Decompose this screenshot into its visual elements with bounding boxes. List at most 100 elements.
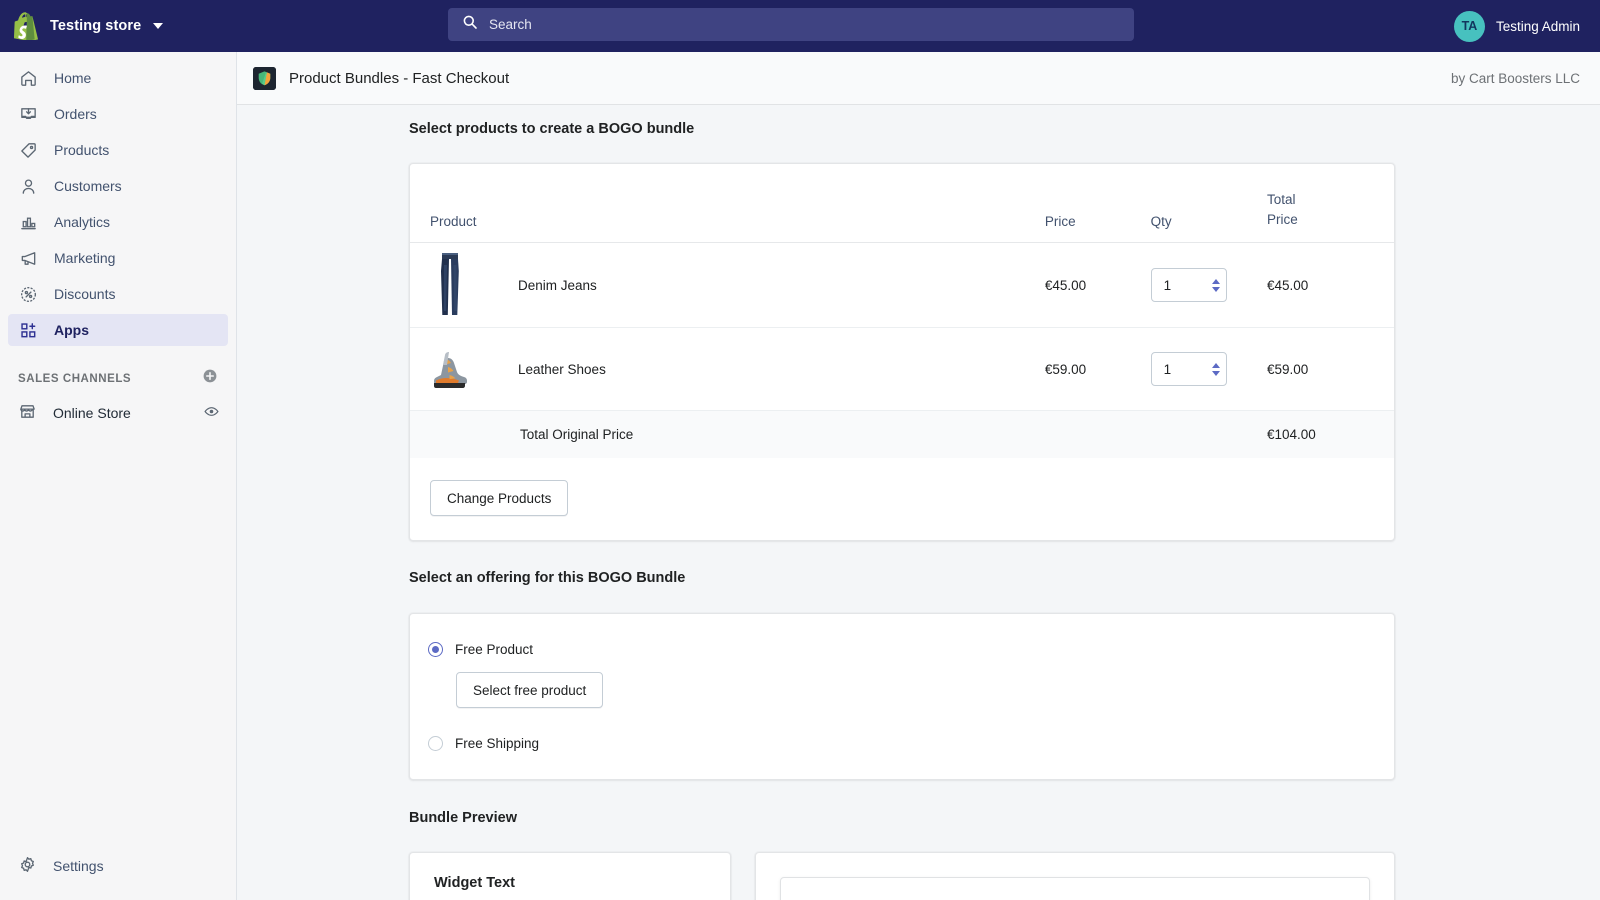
radio-label: Free Product: [455, 642, 533, 657]
user-name: Testing Admin: [1496, 19, 1580, 34]
product-cell: Denim Jeans: [410, 243, 1045, 328]
sidebar-item-label: Apps: [54, 322, 89, 338]
preview-frame: [780, 877, 1370, 900]
leather-shoes-thumbnail: [424, 345, 476, 393]
product-price: €45.00: [1045, 243, 1151, 328]
radio-label: Free Shipping: [455, 736, 539, 751]
column-header-qty: Qty: [1151, 164, 1267, 243]
offering-card: Free Product Select free product Free Sh…: [409, 613, 1395, 780]
search-input[interactable]: Search: [448, 8, 1134, 41]
product-qty-cell: 1: [1151, 243, 1267, 328]
radio-option-free-product[interactable]: Free Product: [410, 642, 1394, 657]
sidebar-nav: Home Orders Products: [0, 52, 236, 346]
radio-icon[interactable]: [428, 736, 443, 751]
product-cell: Leather Shoes: [410, 328, 1045, 411]
sidebar-item-home[interactable]: Home: [8, 62, 228, 94]
stepper-up-icon[interactable]: [1212, 363, 1220, 368]
bundle-preview-card: [755, 852, 1395, 900]
column-header-total-line1: Total: [1267, 192, 1296, 207]
product-price: €59.00: [1045, 328, 1151, 411]
stepper-down-icon[interactable]: [1212, 371, 1220, 376]
table-row: Leather Shoes €59.00 1 €5: [410, 328, 1394, 411]
sidebar-item-settings[interactable]: Settings: [8, 850, 228, 882]
quantity-value: 1: [1164, 278, 1212, 293]
store-name: Testing store: [50, 18, 141, 34]
search-placeholder: Search: [489, 17, 532, 32]
sidebar-item-label: Products: [54, 142, 109, 158]
sidebar-item-online-store[interactable]: Online Store: [8, 397, 228, 429]
sidebar-item-discounts[interactable]: Discounts: [8, 278, 228, 310]
home-icon: [18, 68, 38, 88]
total-original-price-row: Total Original Price €104.00: [410, 411, 1394, 459]
preview-section-heading: Bundle Preview: [409, 810, 1600, 826]
widget-text-label: Widget Text: [434, 875, 706, 891]
radio-icon[interactable]: [428, 642, 443, 657]
sidebar-item-analytics[interactable]: Analytics: [8, 206, 228, 238]
sidebar-item-label: Customers: [54, 178, 122, 194]
sidebar-item-products[interactable]: Products: [8, 134, 228, 166]
offering-section-heading: Select an offering for this BOGO Bundle: [409, 570, 1600, 586]
stepper-arrows[interactable]: [1212, 279, 1220, 292]
select-free-product-button[interactable]: Select free product: [456, 672, 603, 708]
bar-chart-icon: [18, 212, 38, 232]
sidebar-item-customers[interactable]: Customers: [8, 170, 228, 202]
product-qty-cell: 1: [1151, 328, 1267, 411]
store-switcher[interactable]: Testing store: [0, 0, 237, 52]
search-icon: [462, 14, 478, 35]
product-total: €59.00: [1267, 328, 1394, 411]
avatar: TA: [1454, 11, 1485, 42]
sidebar-item-label: Marketing: [54, 250, 115, 266]
denim-jeans-thumbnail: [424, 247, 476, 323]
discount-icon: [18, 284, 38, 304]
column-header-product: Product: [410, 164, 1045, 243]
sidebar-item-label: Analytics: [54, 214, 110, 230]
plus-circle-icon[interactable]: [202, 368, 218, 389]
top-bar: Testing store Search TA Testing Admin: [0, 0, 1600, 52]
app-title: Product Bundles - Fast Checkout: [289, 70, 509, 87]
main-content: Select products to create a BOGO bundle …: [237, 105, 1600, 900]
sidebar-item-label: Discounts: [54, 286, 115, 302]
bundle-preview-row: Widget Text: [409, 852, 1600, 900]
app-header: Product Bundles - Fast Checkout by Cart …: [237, 52, 1600, 105]
total-label: Total Original Price: [410, 411, 1045, 459]
chevron-down-icon[interactable]: [153, 23, 163, 29]
radio-option-free-shipping[interactable]: Free Shipping: [410, 736, 1394, 751]
product-name: Denim Jeans: [518, 278, 597, 293]
stepper-down-icon[interactable]: [1212, 287, 1220, 292]
table-row: Denim Jeans €45.00 1 €45.: [410, 243, 1394, 328]
sidebar-item-apps[interactable]: Apps: [8, 314, 228, 346]
eye-icon[interactable]: [203, 403, 220, 423]
app-developer: by Cart Boosters LLC: [1451, 71, 1580, 86]
sidebar-item-label: Online Store: [53, 405, 187, 421]
sidebar-item-label: Settings: [53, 858, 104, 874]
quantity-value: 1: [1164, 362, 1212, 377]
sidebar-item-orders[interactable]: Orders: [8, 98, 228, 130]
tag-icon: [18, 140, 38, 160]
quantity-stepper[interactable]: 1: [1151, 268, 1227, 302]
bundle-products-table: Product Price Qty Total Price: [410, 164, 1394, 458]
total-spacer-price: [1045, 411, 1151, 459]
storefront-icon: [18, 402, 37, 424]
products-card: Product Price Qty Total Price: [409, 163, 1395, 541]
widget-text-card: Widget Text: [409, 852, 731, 900]
sidebar-item-label: Orders: [54, 106, 97, 122]
total-value: €104.00: [1267, 411, 1394, 459]
sales-channels-title: SALES CHANNELS: [18, 373, 131, 385]
megaphone-icon: [18, 248, 38, 268]
person-icon: [18, 176, 38, 196]
column-header-total-price: Total Price: [1267, 164, 1394, 243]
stepper-arrows[interactable]: [1212, 363, 1220, 376]
product-total: €45.00: [1267, 243, 1394, 328]
stepper-up-icon[interactable]: [1212, 279, 1220, 284]
gear-icon: [18, 855, 37, 877]
quantity-stepper[interactable]: 1: [1151, 352, 1227, 386]
sidebar-item-marketing[interactable]: Marketing: [8, 242, 228, 274]
product-bundles-app-icon: [253, 67, 276, 90]
column-header-total-line2: Price: [1267, 212, 1298, 227]
change-products-button[interactable]: Change Products: [430, 480, 568, 516]
product-name: Leather Shoes: [518, 362, 606, 377]
total-spacer-qty: [1151, 411, 1267, 459]
sidebar: Home Orders Products: [0, 52, 237, 900]
shopify-logo-icon: [14, 12, 40, 40]
user-menu[interactable]: TA Testing Admin: [1454, 0, 1590, 52]
